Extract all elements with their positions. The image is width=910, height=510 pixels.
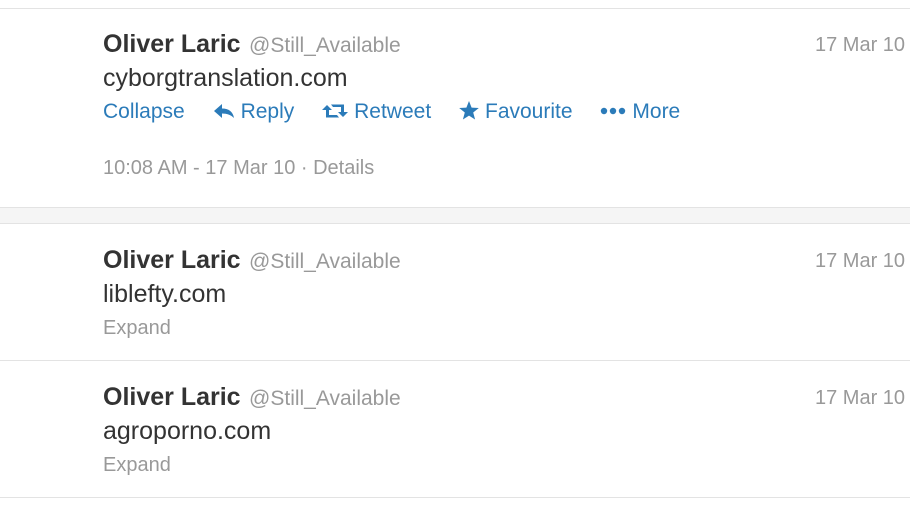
collapse-button[interactable]: Collapse [103,100,185,124]
author-handle[interactable]: @Still_Available [249,34,401,57]
tweet-gap [0,208,910,223]
favourite-button[interactable]: Favourite [459,100,573,124]
tweet-details-line: 10:08 AM - 17 Mar 10 · Details [103,157,374,180]
author-handle[interactable]: @Still_Available [249,387,401,410]
divider [0,497,910,498]
ellipsis-icon [600,100,626,124]
more-label: More [632,100,681,123]
expand-link[interactable]: Expand [103,454,171,477]
reply-arrow-icon [213,100,235,124]
details-link[interactable]: Details [313,157,374,179]
detail-separator: · [295,157,314,179]
divider [0,8,910,9]
author-handle[interactable]: @Still_Available [249,250,401,273]
divider [0,360,910,361]
tweet-expanded[interactable]: Oliver Laric @Still_Available 17 Mar 10 … [0,30,910,210]
author-name[interactable]: Oliver Laric [103,383,241,411]
tweet-header: Oliver Laric @Still_Available [103,246,401,275]
tweet-timestamp[interactable]: 17 Mar 10 [815,387,905,410]
tweet-timestamp[interactable]: 17 Mar 10 [815,250,905,273]
collapse-label: Collapse [103,100,185,123]
tweet-collapsed[interactable]: Oliver Laric @Still_Available 17 Mar 10 … [0,246,910,356]
more-button[interactable]: More [600,100,680,124]
retweet-icon [322,100,349,124]
tweet-header: Oliver Laric @Still_Available [103,30,401,59]
tweet-text[interactable]: liblefty.com [103,280,226,309]
author-name[interactable]: Oliver Laric [103,30,241,58]
favourite-label: Favourite [485,100,573,123]
retweet-label: Retweet [354,100,432,123]
tweet-text[interactable]: agroporno.com [103,417,271,446]
retweet-button[interactable]: Retweet [322,100,431,124]
tweet-stream: Oliver Laric @Still_Available 17 Mar 10 … [0,0,910,510]
reply-button[interactable]: Reply [213,100,295,124]
tweet-collapsed[interactable]: Oliver Laric @Still_Available 17 Mar 10 … [0,383,910,493]
star-icon [459,100,479,124]
tweet-header: Oliver Laric @Still_Available [103,383,401,412]
divider [0,223,910,224]
tweet-timestamp[interactable]: 17 Mar 10 [815,34,905,57]
tweet-actions: Collapse Reply Retweet Favourite More [103,100,702,124]
detail-timestamp[interactable]: 10:08 AM - 17 Mar 10 [103,157,295,179]
tweet-text[interactable]: cyborgtranslation.com [103,64,348,93]
expand-link[interactable]: Expand [103,317,171,340]
reply-label: Reply [240,100,295,123]
author-name[interactable]: Oliver Laric [103,246,241,274]
